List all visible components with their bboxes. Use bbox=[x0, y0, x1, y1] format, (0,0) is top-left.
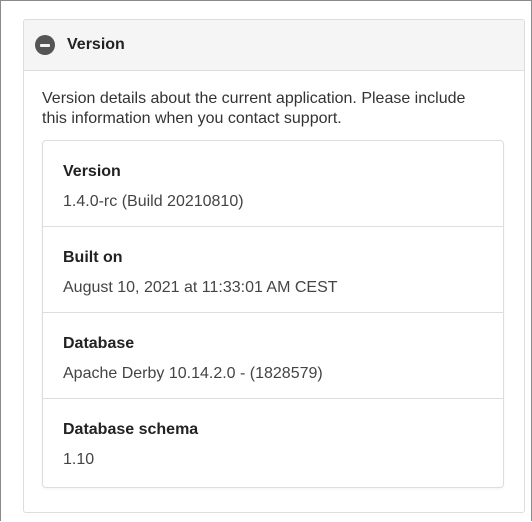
version-panel: Version Version details about the curren… bbox=[23, 19, 525, 513]
detail-item-built-on: Built on August 10, 2021 at 11:33:01 AM … bbox=[43, 227, 503, 313]
version-panel-body: Version details about the current applic… bbox=[24, 71, 524, 488]
detail-value: 1.4.0-rc (Build 20210810) bbox=[63, 193, 244, 210]
content-frame: Version Version details about the curren… bbox=[0, 0, 532, 521]
detail-item-version: Version 1.4.0-rc (Build 20210810) bbox=[43, 141, 503, 227]
version-details-list: Version 1.4.0-rc (Build 20210810) Built … bbox=[42, 140, 504, 488]
detail-value: Apache Derby 10.14.2.0 - (1828579) bbox=[63, 365, 323, 382]
detail-value: 1.10 bbox=[63, 451, 95, 468]
detail-value: August 10, 2021 at 11:33:01 AM CEST bbox=[63, 279, 338, 296]
detail-label: Version bbox=[63, 163, 121, 180]
detail-item-database: Database Apache Derby 10.14.2.0 - (18285… bbox=[43, 313, 503, 399]
detail-label: Database schema bbox=[63, 421, 199, 438]
panel-title: Version bbox=[67, 36, 125, 53]
version-panel-header[interactable]: Version bbox=[24, 20, 524, 71]
detail-label: Database bbox=[63, 335, 135, 352]
collapse-minus-icon[interactable] bbox=[35, 35, 55, 55]
detail-item-database-schema: Database schema 1.10 bbox=[43, 399, 503, 487]
detail-label: Built on bbox=[63, 249, 123, 266]
version-description: Version details about the current applic… bbox=[42, 90, 466, 127]
